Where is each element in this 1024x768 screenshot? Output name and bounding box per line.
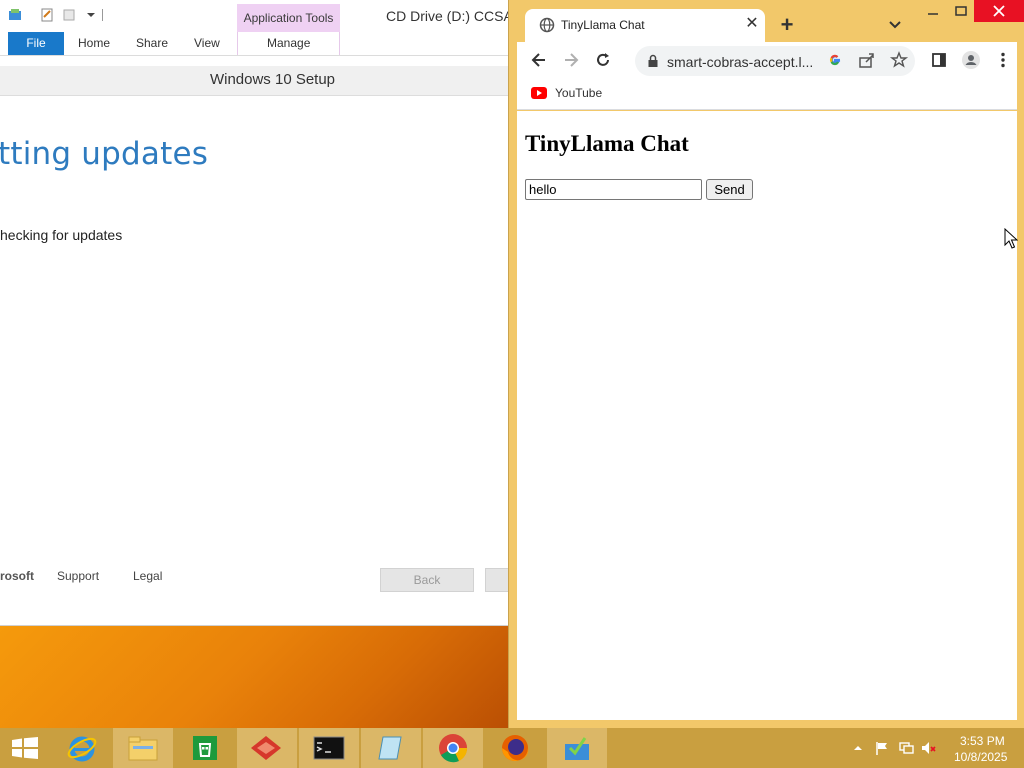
back-arrow-icon[interactable] bbox=[529, 50, 549, 70]
new-tab-button[interactable]: + bbox=[776, 14, 798, 36]
ribbon-tabs: File Home Share View Manage bbox=[0, 32, 515, 56]
bookmark-label[interactable]: YouTube bbox=[555, 86, 602, 100]
start-icon bbox=[12, 737, 38, 759]
close-window-icon[interactable] bbox=[974, 0, 1024, 22]
share-icon[interactable] bbox=[857, 50, 877, 70]
setup-title: Windows 10 Setup bbox=[0, 66, 515, 96]
clock-time[interactable]: 3:53 PM bbox=[960, 734, 1005, 748]
back-button[interactable]: Back bbox=[380, 568, 474, 592]
start-button[interactable] bbox=[0, 728, 50, 768]
file-explorer-icon bbox=[128, 736, 158, 761]
setup-heading: tting updates bbox=[0, 136, 209, 172]
close-tab-icon[interactable]: ✕ bbox=[743, 14, 761, 34]
minimize-icon[interactable] bbox=[923, 2, 943, 22]
bookmarks-bar: YouTube bbox=[517, 78, 1017, 110]
taskbar-app-red[interactable] bbox=[237, 728, 297, 768]
show-hidden-icons-icon[interactable] bbox=[850, 740, 866, 756]
tab-home[interactable]: Home bbox=[78, 32, 110, 55]
browser-toolbar: smart-cobras-accept.l... bbox=[517, 42, 1017, 78]
globe-icon bbox=[539, 17, 555, 33]
tab-view[interactable]: View bbox=[194, 32, 220, 55]
tab-title: TinyLlama Chat bbox=[561, 18, 645, 32]
desktop-wallpaper bbox=[0, 625, 520, 730]
chat-input[interactable] bbox=[525, 179, 702, 200]
taskbar-notepad[interactable] bbox=[361, 728, 421, 768]
file-explorer-window: Application Tools CD Drive (D:) CCSA Fil… bbox=[0, 0, 515, 66]
taskbar-internet-explorer[interactable] bbox=[52, 728, 112, 768]
qat-divider bbox=[102, 9, 103, 21]
url-text[interactable]: smart-cobras-accept.l... bbox=[667, 54, 813, 70]
properties-icon[interactable] bbox=[40, 8, 54, 22]
command-prompt-icon bbox=[313, 736, 345, 760]
page-content: TinyLlama Chat Send bbox=[517, 111, 1017, 720]
tab-share[interactable]: Share bbox=[136, 32, 168, 55]
volume-muted-icon[interactable] bbox=[920, 740, 936, 756]
profile-avatar-icon[interactable] bbox=[961, 50, 981, 70]
system-tray: 3:53 PM 10/8/2025 bbox=[848, 728, 1024, 768]
browser-tab[interactable]: TinyLlama Chat ✕ bbox=[525, 9, 765, 42]
forward-arrow-icon[interactable] bbox=[561, 50, 581, 70]
taskbar-setup[interactable] bbox=[547, 728, 607, 768]
firefox-icon bbox=[502, 735, 529, 761]
support-link[interactable]: Support bbox=[57, 569, 99, 583]
store-icon bbox=[193, 736, 217, 760]
send-button[interactable]: Send bbox=[706, 179, 753, 200]
mouse-cursor-icon bbox=[1004, 228, 1018, 249]
maximize-icon[interactable] bbox=[951, 2, 971, 22]
reload-icon[interactable] bbox=[593, 50, 613, 70]
internet-explorer-icon bbox=[67, 736, 97, 762]
taskbar-command-prompt[interactable] bbox=[299, 728, 359, 768]
tab-search-chevron-icon[interactable] bbox=[886, 16, 904, 34]
microsoft-label: rosoft bbox=[0, 569, 34, 583]
star-icon[interactable] bbox=[889, 50, 909, 70]
google-icon[interactable] bbox=[825, 50, 845, 70]
taskbar-chrome[interactable] bbox=[423, 728, 483, 768]
legal-link[interactable]: Legal bbox=[133, 569, 162, 583]
application-tools-label: Application Tools bbox=[237, 4, 340, 32]
tab-strip: TinyLlama Chat ✕ + bbox=[509, 0, 1024, 42]
tab-manage[interactable]: Manage bbox=[267, 32, 310, 55]
taskbar-store[interactable] bbox=[175, 728, 235, 768]
new-folder-icon[interactable] bbox=[62, 8, 76, 22]
action-center-flag-icon[interactable] bbox=[874, 740, 890, 756]
app-red-icon bbox=[251, 736, 281, 760]
chrome-icon bbox=[439, 734, 468, 763]
window-title: CD Drive (D:) CCSA bbox=[386, 8, 513, 24]
chevron-down-icon[interactable] bbox=[84, 8, 98, 22]
chrome-window: TinyLlama Chat ✕ + smart-cobras-accept.l… bbox=[508, 0, 1024, 728]
taskbar-file-explorer[interactable] bbox=[113, 728, 173, 768]
setup-icon bbox=[565, 737, 589, 760]
taskbar-firefox[interactable] bbox=[485, 728, 545, 768]
youtube-icon bbox=[531, 87, 547, 99]
more-menu-icon[interactable] bbox=[993, 50, 1013, 70]
side-panel-icon[interactable] bbox=[929, 50, 949, 70]
taskbar: 3:53 PM 10/8/2025 bbox=[0, 728, 1024, 768]
tab-file[interactable]: File bbox=[8, 32, 64, 55]
windows-setup-window: Windows 10 Setup tting updates hecking f… bbox=[0, 66, 525, 626]
lock-icon[interactable] bbox=[647, 54, 659, 68]
setup-status-text: hecking for updates bbox=[0, 227, 123, 243]
page-title: TinyLlama Chat bbox=[525, 131, 689, 156]
explorer-app-icon bbox=[9, 9, 21, 20]
network-icon[interactable] bbox=[898, 740, 914, 756]
clock-date[interactable]: 10/8/2025 bbox=[954, 750, 1007, 764]
notepad-icon bbox=[378, 736, 402, 760]
